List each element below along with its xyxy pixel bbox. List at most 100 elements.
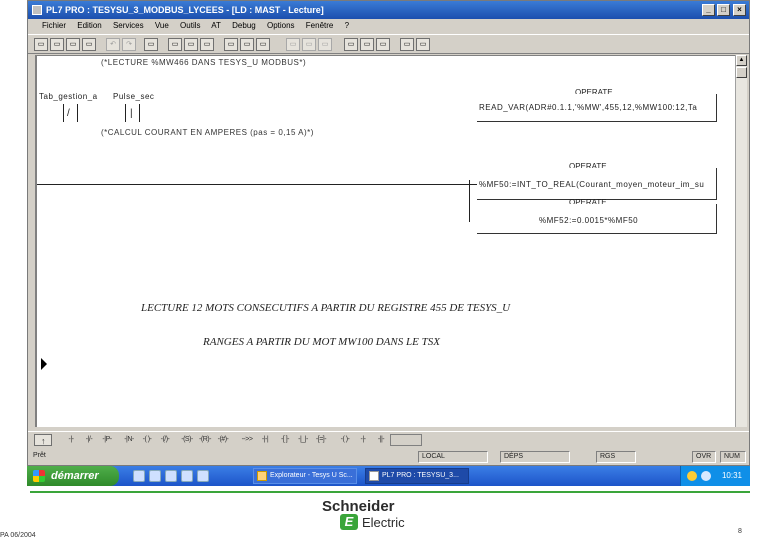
status-num: NUM [720,451,746,463]
undo-icon[interactable]: ↶ [106,38,120,51]
schneider-logo: Schneider E Electric [322,498,442,534]
taskbar-item-pl7[interactable]: PL7 PRO : TESYSU_3... [365,468,469,484]
status-bar: Prêt LOCAL DÉPS RGS OVR NUM [28,449,749,465]
operate3-block[interactable]: %MF52:=0.0015*%MF50 [477,204,717,234]
fk-coil-jump[interactable]: -(#)- [214,434,232,446]
tray-network-icon[interactable] [701,471,711,481]
menu-at[interactable]: AT [211,21,221,30]
fk-coil[interactable]: -( )- [138,434,156,446]
tray-alert-icon[interactable] [687,471,697,481]
toolbar: ▭ ▭ ▭ ▭ ↶ ↷ ▭ ▭ ▭ ▭ ▭ ▭ ▭ ▭ ▭ ▭ ▭ ▭ ▭ ▭ … [28,34,749,54]
menu-outils[interactable]: Outils [180,21,200,30]
fk-coil-reset[interactable]: -(R)- [196,434,214,446]
step-icon[interactable]: ▭ [302,38,316,51]
footer-divider [30,491,750,493]
document-reference: PA 06/2004 [0,532,36,539]
scroll-up-icon[interactable]: ▲ [736,55,747,66]
breakpoint-icon[interactable]: ▭ [318,38,332,51]
fk-free-box[interactable] [390,434,422,446]
menu-edition[interactable]: Edition [77,21,101,30]
fk-operate[interactable]: -|_|- [294,434,312,446]
fk-contact-p[interactable]: -|P- [98,434,116,446]
menu-vue[interactable]: Vue [155,21,169,30]
fk-vline[interactable]: -|- [354,434,372,446]
vertical-scrollbar[interactable]: ▲ [735,55,747,427]
context-help-icon[interactable]: ▭ [416,38,430,51]
quicklaunch-desktop-icon[interactable] [149,470,161,482]
fk-parallel[interactable]: -||- [372,434,390,446]
scroll-thumb[interactable] [736,67,747,78]
minimize-button[interactable]: _ [702,4,715,16]
menu-options[interactable]: Options [267,21,295,30]
open-file-icon[interactable]: ▭ [50,38,64,51]
cascade-icon[interactable]: ▭ [376,38,390,51]
app-icon [32,5,42,15]
contact1-right-bar [77,104,78,122]
menu-bar: Fichier Edition Services Vue Outils AT D… [28,19,749,33]
menu-services[interactable]: Services [113,21,144,30]
fk-contact-no[interactable]: -|- [62,434,80,446]
status-text: Prêt [33,452,46,459]
tile-vertical-icon[interactable]: ▭ [360,38,374,51]
logo-mark-icon: E [340,514,358,530]
windows-taskbar: démarrer Explorateur - Tesys U Sc... PL7… [27,466,750,486]
status-rgs: RGS [596,451,636,463]
start-button[interactable]: démarrer [27,466,119,486]
fk-coil-neg[interactable]: -(/)- [156,434,174,446]
select-tool-button[interactable]: ↑ [34,434,52,446]
comment-line-2: RANGES A PARTIR DU MOT MW100 DANS LE TSX [203,336,440,348]
rung2-power-line [37,184,477,185]
tile-horizontal-icon[interactable]: ▭ [344,38,358,51]
comment-line-1: LECTURE 12 MOTS CONSECUTIFS A PARTIR DU … [141,302,511,314]
operate1-block[interactable]: READ_VAR(ADR#0.1.1,'%MW',455,12,%MW100:1… [477,94,717,122]
pl7-app-icon [369,471,379,481]
menu-debug[interactable]: Debug [232,21,256,30]
current-rung-marker-icon [41,358,47,370]
page-number: 8 [738,528,742,535]
fk-call[interactable]: -( )- [336,434,354,446]
redo-icon[interactable]: ↷ [122,38,136,51]
window-title: PL7 PRO : TESYSU_3_MODBUS_LYCEES - [LD :… [46,5,324,15]
animation-icon[interactable]: ▭ [286,38,300,51]
ladder-function-bar: ↑ -|- -|/- -|P- -|N- -( )- -(/)- -(S)- -… [28,431,749,447]
fk-block[interactable]: -[=]- [312,434,330,446]
variables-icon[interactable]: ▭ [184,38,198,51]
fk-compare[interactable]: -[ ]- [276,434,294,446]
operate2-expression: %MF50:=INT_TO_REAL(Courant_moyen_moteur_… [479,180,705,189]
rung2-branch-line [469,180,470,222]
quicklaunch-tool-icon[interactable] [197,470,209,482]
maximize-button[interactable]: □ [717,4,730,16]
fk-contact-n[interactable]: -|N- [120,434,138,446]
ladder-editor-canvas[interactable]: (*LECTURE %MW466 DANS TESYS_U MODBUS*) T… [35,55,735,427]
status-local: LOCAL [418,451,488,463]
windows-flag-icon [33,470,45,482]
transfer-icon[interactable]: ▭ [144,38,158,51]
contact2-label: Pulse_sec [113,92,155,101]
new-file-icon[interactable]: ▭ [34,38,48,51]
taskbar-item-explorer[interactable]: Explorateur - Tesys U Sc... [253,468,357,484]
menu-help[interactable]: ? [345,21,349,30]
operate2-block[interactable]: %MF50:=INT_TO_REAL(Courant_moyen_moteur_… [477,168,717,200]
connect-icon[interactable]: ▭ [224,38,238,51]
tray-clock: 10:31 [721,471,742,480]
run-icon[interactable]: ▭ [240,38,254,51]
window-title-bar[interactable]: PL7 PRO : TESYSU_3_MODBUS_LYCEES - [LD :… [28,1,749,19]
quicklaunch-browser-icon[interactable] [133,470,145,482]
menu-fichier[interactable]: Fichier [42,21,66,30]
print-icon[interactable]: ▭ [82,38,96,51]
menu-fenetre[interactable]: Fenêtre [306,21,334,30]
fk-jump[interactable]: -->> [238,434,256,446]
library-icon[interactable]: ▭ [200,38,214,51]
quicklaunch-media-icon[interactable] [181,470,193,482]
help-icon[interactable]: ▭ [400,38,414,51]
close-button[interactable]: × [733,4,746,16]
config-icon[interactable]: ▭ [168,38,182,51]
save-icon[interactable]: ▭ [66,38,80,51]
fk-coil-set[interactable]: -(S)- [178,434,196,446]
fk-hline[interactable]: -|-| [256,434,274,446]
fk-contact-nc[interactable]: -|/- [80,434,98,446]
logo-electric: Electric [362,515,405,530]
contact2-left-bar [125,104,126,122]
stop-icon[interactable]: ▭ [256,38,270,51]
quicklaunch-ie-icon[interactable] [165,470,177,482]
